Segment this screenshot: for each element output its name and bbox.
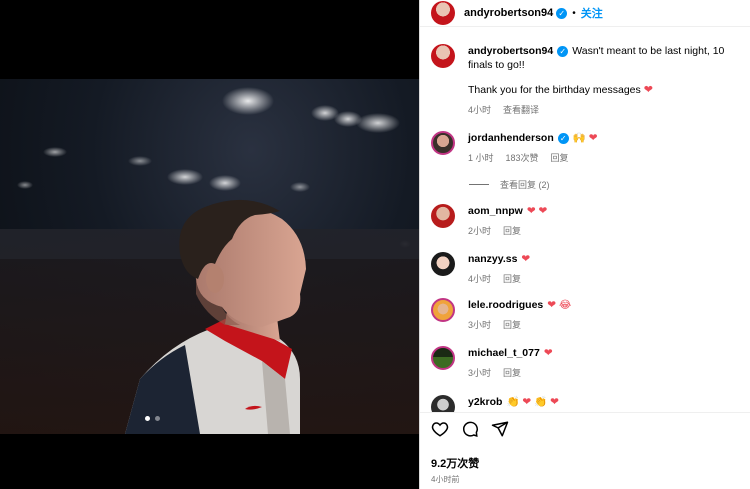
share-icon[interactable]: [491, 420, 509, 443]
comment-item: lele.roodrigues ❤ 😂 3小时 回复: [431, 298, 571, 332]
heart-emoji-icon: ❤: [643, 84, 653, 96]
post-actions: 9.2万次赞 4小时前: [420, 412, 750, 485]
comment-time: 3小时: [468, 320, 492, 330]
verified-badge-icon: ✓: [557, 132, 569, 144]
comment-text: ❤: [521, 253, 531, 265]
reply-button[interactable]: 回复: [551, 151, 569, 165]
reply-button[interactable]: 回复: [503, 318, 521, 332]
comment-item: aom_nnpw ❤ ❤ 2小时 回复: [431, 204, 547, 238]
likes-count[interactable]: 9.2万次赞: [431, 455, 740, 471]
comment-username[interactable]: nanzyy.ss: [468, 253, 517, 265]
carousel-dots: [145, 416, 160, 421]
reply-button[interactable]: 回复: [503, 272, 521, 286]
commenter-avatar[interactable]: [431, 131, 455, 155]
comment-likes[interactable]: 183次赞: [506, 151, 539, 165]
comment-username[interactable]: michael_t_077: [468, 347, 540, 359]
carousel-dot: [155, 416, 160, 421]
comment-username[interactable]: jordanhenderson: [468, 132, 554, 144]
comment-icon[interactable]: [461, 420, 479, 443]
caption-time: 4小时: [468, 105, 492, 115]
instagram-post-viewer: andyrobertson94 ✓ • 关注 andyrobertson94 ✓ W…: [0, 0, 750, 489]
caption: andyrobertson94 ✓ Wasn't meant to be last …: [431, 44, 748, 117]
post-panel: andyrobertson94 ✓ • 关注 andyrobertson94 ✓ W…: [419, 0, 750, 489]
view-replies-label: 查看回复 (2): [500, 180, 550, 190]
commenter-avatar[interactable]: [431, 252, 455, 276]
comment-text: 🙌 ❤: [572, 132, 598, 144]
verified-badge-icon: ✓: [557, 45, 569, 57]
comment-time: 4小时: [468, 274, 492, 284]
see-translation-link[interactable]: 查看翻译: [503, 103, 539, 117]
comment-item: jordanhenderson ✓ 🙌 ❤ 1 小时 183次赞 回复: [431, 131, 598, 165]
carousel-dot-active: [145, 416, 150, 421]
reply-button[interactable]: 回复: [503, 366, 521, 380]
comment-text: 👏 ❤ 👏 ❤: [506, 396, 559, 408]
comment-time: 3小时: [468, 368, 492, 378]
caption-text-line2: Thank you for the birthday messages: [468, 84, 641, 96]
comment-username[interactable]: lele.roodrigues: [468, 299, 543, 311]
comment-item: michael_t_077 ❤ 3小时 回复: [431, 346, 553, 380]
comment-text: ❤ ❤: [526, 205, 548, 217]
follow-button[interactable]: 关注: [581, 5, 603, 21]
reply-button[interactable]: 回复: [503, 224, 521, 238]
header-separator: •: [572, 7, 576, 19]
commenter-avatar[interactable]: [431, 298, 455, 322]
post-time: 4小时前: [431, 475, 460, 484]
comment-item: y2krob 👏 ❤ 👏 ❤: [431, 395, 559, 412]
view-replies-button[interactable]: 查看回复 (2): [469, 178, 550, 191]
commenter-avatar[interactable]: [431, 346, 455, 370]
author-username[interactable]: andyrobertson94: [464, 7, 553, 19]
comments-list[interactable]: andyrobertson94 ✓ Wasn't meant to be last …: [420, 40, 750, 412]
commenter-avatar[interactable]: [431, 204, 455, 228]
post-photo[interactable]: [0, 79, 419, 434]
replies-line: [469, 184, 489, 185]
heart-icon[interactable]: [431, 420, 449, 443]
action-icons: [431, 421, 740, 441]
comment-username[interactable]: aom_nnpw: [468, 205, 523, 217]
comment-text: ❤ 😂: [547, 299, 572, 311]
comment-item: nanzyy.ss ❤ 4小时 回复: [431, 252, 530, 286]
commenter-avatar[interactable]: [431, 395, 455, 412]
caption-avatar[interactable]: [431, 44, 455, 68]
comment-text: ❤: [543, 347, 553, 359]
comment-username[interactable]: y2krob: [468, 396, 502, 408]
caption-username[interactable]: andyrobertson94: [468, 45, 553, 57]
author-avatar[interactable]: [431, 1, 455, 25]
post-header: andyrobertson94 ✓ • 关注: [420, 0, 750, 27]
comment-time: 2小时: [468, 226, 492, 236]
comment-time: 1 小时: [468, 153, 494, 163]
media-area: [0, 0, 419, 489]
verified-badge-icon: ✓: [556, 7, 568, 19]
